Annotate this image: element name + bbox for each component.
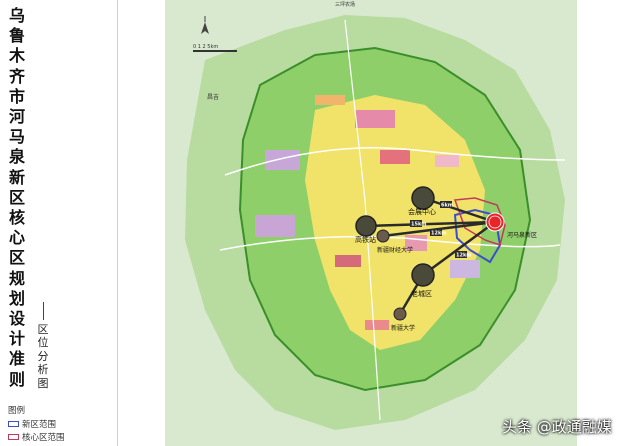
distance-label-convention: 6km: [441, 203, 453, 209]
watermark: 头条 @政通融媒: [502, 418, 612, 436]
scale-bar: [193, 50, 237, 52]
legend-swatch-blue: [8, 420, 19, 427]
legend-swatch-red: [8, 433, 19, 440]
legend-item-new-district: 新区范围: [8, 418, 65, 430]
patch: [255, 215, 295, 237]
node-label: 河马泉新区: [507, 231, 537, 239]
legend: 图例 新区范围 核心区范围: [8, 404, 65, 443]
place-label-changji: 昌吉: [207, 94, 219, 101]
page-subtitle: 区位分析图: [36, 302, 50, 390]
patch: [435, 155, 459, 167]
legend-label: 新区范围: [22, 419, 57, 430]
subtitle-text: 区位分析图: [37, 323, 49, 390]
patch: [450, 260, 480, 278]
distance-label-finance: 12km: [431, 231, 447, 237]
patch: [380, 150, 410, 164]
node-label: 高铁站: [355, 235, 376, 244]
patch: [355, 110, 395, 128]
patch: [335, 255, 361, 267]
patch: [265, 150, 300, 170]
node-label: 老城区: [411, 289, 432, 298]
distance-label-oldcity: 12km: [456, 253, 472, 259]
page-title: 乌鲁木齐市河马泉新区核心区规划设计准则: [8, 6, 25, 389]
legend-heading: 图例: [8, 406, 26, 416]
right-margin: [577, 0, 631, 446]
node-label: 新疆大学: [391, 324, 415, 332]
node-label: 新疆财经大学: [377, 246, 413, 254]
node-hightech[interactable]: 高铁站: [355, 215, 377, 244]
place-label-north: 三坪农场: [335, 1, 355, 8]
distance-label-hightech: 15km: [411, 222, 427, 228]
patch: [365, 320, 389, 330]
subtitle-dash: [42, 302, 44, 320]
legend-item-core: 核心区范围: [8, 431, 65, 443]
node-label: 会展中心: [408, 207, 436, 216]
sidebar: 乌鲁木齐市河马泉新区核心区规划设计准则 区位分析图 图例 新区范围 核心区范围: [0, 0, 118, 446]
patch: [315, 95, 345, 105]
node-old-city[interactable]: 老城区: [411, 263, 435, 298]
legend-label: 核心区范围: [22, 432, 65, 443]
scale-bar-text: 0 1 2 5km: [193, 44, 218, 50]
location-map[interactable]: 0 1 2 5km 昌吉 三坪农场 6km 15km 12km 12km 会展中…: [165, 0, 577, 446]
